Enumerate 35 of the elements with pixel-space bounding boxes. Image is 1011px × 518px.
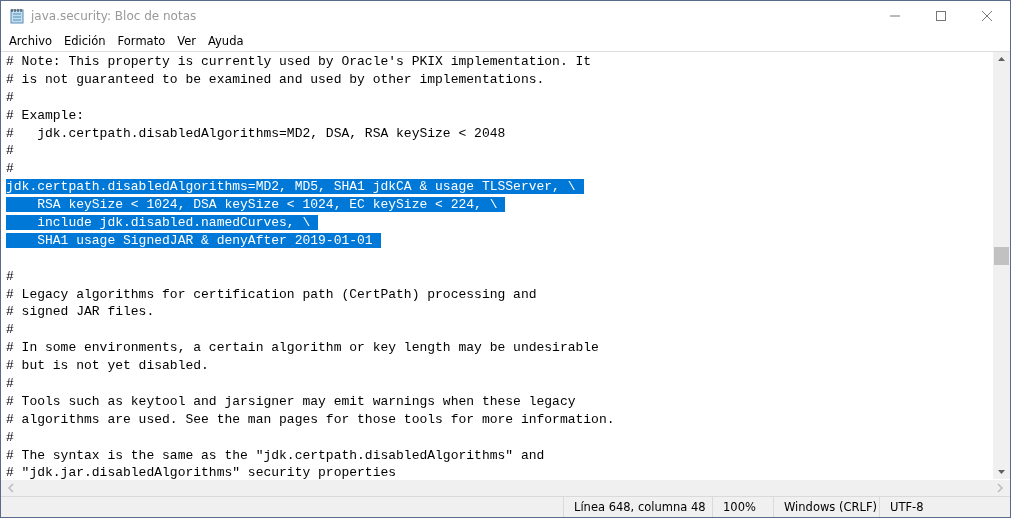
text-line: # <box>6 322 14 338</box>
maximize-icon <box>936 11 946 21</box>
text-line: # <box>6 89 14 105</box>
text-line: # but is not yet disabled. <box>6 358 209 374</box>
status-text: UTF-8 <box>879 497 1010 517</box>
menu-item[interactable]: Edición <box>58 34 112 48</box>
window-title: java.security: Bloc de notas <box>31 9 198 23</box>
scroll-left-icon[interactable] <box>7 483 15 493</box>
text-line: # Legacy algorithms for certification path (CertPath) processing and <box>6 286 537 302</box>
text-line: # <box>6 161 14 177</box>
menu-item[interactable]: Formato <box>111 34 172 48</box>
text-line: # Note: This property is currently used by Oracle's PKIX implementation. It <box>6 54 592 69</box>
text-line: # algorithms are used. See the man pages for those tools for more information. <box>6 411 615 427</box>
text-line: # Tools such as keytool and jarsigner may emit warnings when these legacy <box>6 393 576 409</box>
text-line: # jdk.certpath.disabledAlgorithms=MD2, DSA, RSA keySize < 2048 <box>6 125 506 141</box>
text-line: # is not guaranteed to be examined and used by other implementations. <box>6 71 545 87</box>
text-line: # Example: <box>6 107 84 123</box>
scroll-right-icon[interactable] <box>996 483 1004 493</box>
menu-item[interactable]: Ayuda <box>201 34 250 48</box>
text-line: # signed JAR files. <box>6 304 155 320</box>
notepad-icon <box>9 8 25 24</box>
close-icon <box>982 11 992 21</box>
scrollbar-thumb[interactable] <box>994 246 1009 265</box>
status-text: 100% <box>712 497 773 517</box>
text-line: # <box>6 268 14 284</box>
text-line: # "jdk.jar.disabledAlgorithms" security properties <box>6 465 397 479</box>
menu-item[interactable]: Ver <box>171 34 202 48</box>
text-line: # <box>6 143 14 159</box>
text-line: # <box>6 429 14 445</box>
menu-item[interactable]: Archivo <box>3 34 58 48</box>
text-line: # The syntax is the same as the "jdk.certpath.disabledAlgorithms" and <box>6 447 545 463</box>
status-text: Windows (CRLF) <box>773 497 879 517</box>
text-line: # <box>6 376 14 392</box>
text-line: # In some environments, a certain algorithm or key length may be undesirable <box>6 340 599 356</box>
status-text: Línea 648, columna 48 <box>563 497 712 517</box>
